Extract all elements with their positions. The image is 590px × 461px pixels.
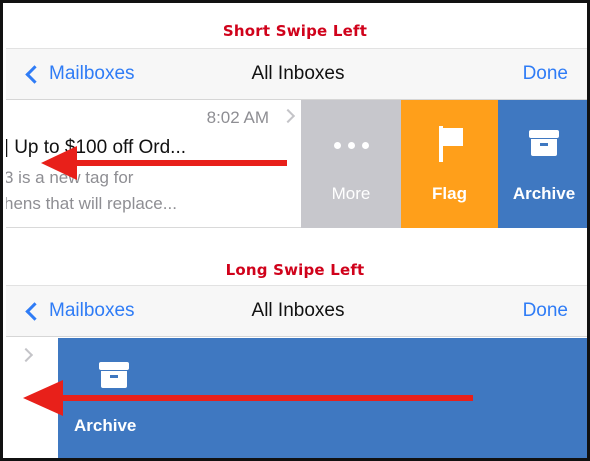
archive-box-icon	[99, 362, 129, 388]
archive-action-button[interactable]: Archive	[498, 100, 587, 228]
flag-icon	[439, 126, 465, 162]
done-button[interactable]: Done	[523, 63, 568, 85]
screenshot-frame: Short Swipe Left Mailboxes All Inboxes D…	[0, 0, 590, 461]
more-action-button[interactable]: More	[301, 100, 401, 228]
chevron-left-icon	[25, 302, 44, 321]
caption-short-swipe: Short Swipe Left	[222, 22, 368, 40]
done-button[interactable]: Done	[523, 300, 568, 322]
archive-box-icon	[529, 130, 559, 156]
flag-action-label: Flag	[432, 184, 467, 203]
caption-long-swipe: Long Swipe Left	[225, 261, 365, 279]
back-label: Mailboxes	[49, 63, 135, 84]
navbar: Mailboxes All Inboxes Done	[6, 48, 587, 100]
message-subject: | Up to $100 off Ord...	[6, 137, 187, 158]
back-label: Mailboxes	[49, 300, 135, 321]
back-button[interactable]: Mailboxes	[25, 63, 135, 85]
more-dots-icon	[333, 142, 369, 149]
chevron-right-icon	[18, 347, 34, 363]
flag-action-button[interactable]: Flag	[401, 100, 498, 228]
archive-action-label: Archive	[74, 416, 137, 435]
chevron-right-icon	[280, 108, 296, 124]
message-time: 8:02 AM	[206, 108, 269, 127]
back-button[interactable]: Mailboxes	[25, 300, 135, 322]
message-preview-line2: hens that will replace...	[6, 194, 177, 213]
chevron-left-icon	[25, 65, 44, 84]
navbar-long-swipe: Mailboxes All Inboxes Done	[6, 285, 587, 337]
more-action-label: More	[331, 184, 371, 203]
archive-action-label: Archive	[512, 184, 576, 203]
